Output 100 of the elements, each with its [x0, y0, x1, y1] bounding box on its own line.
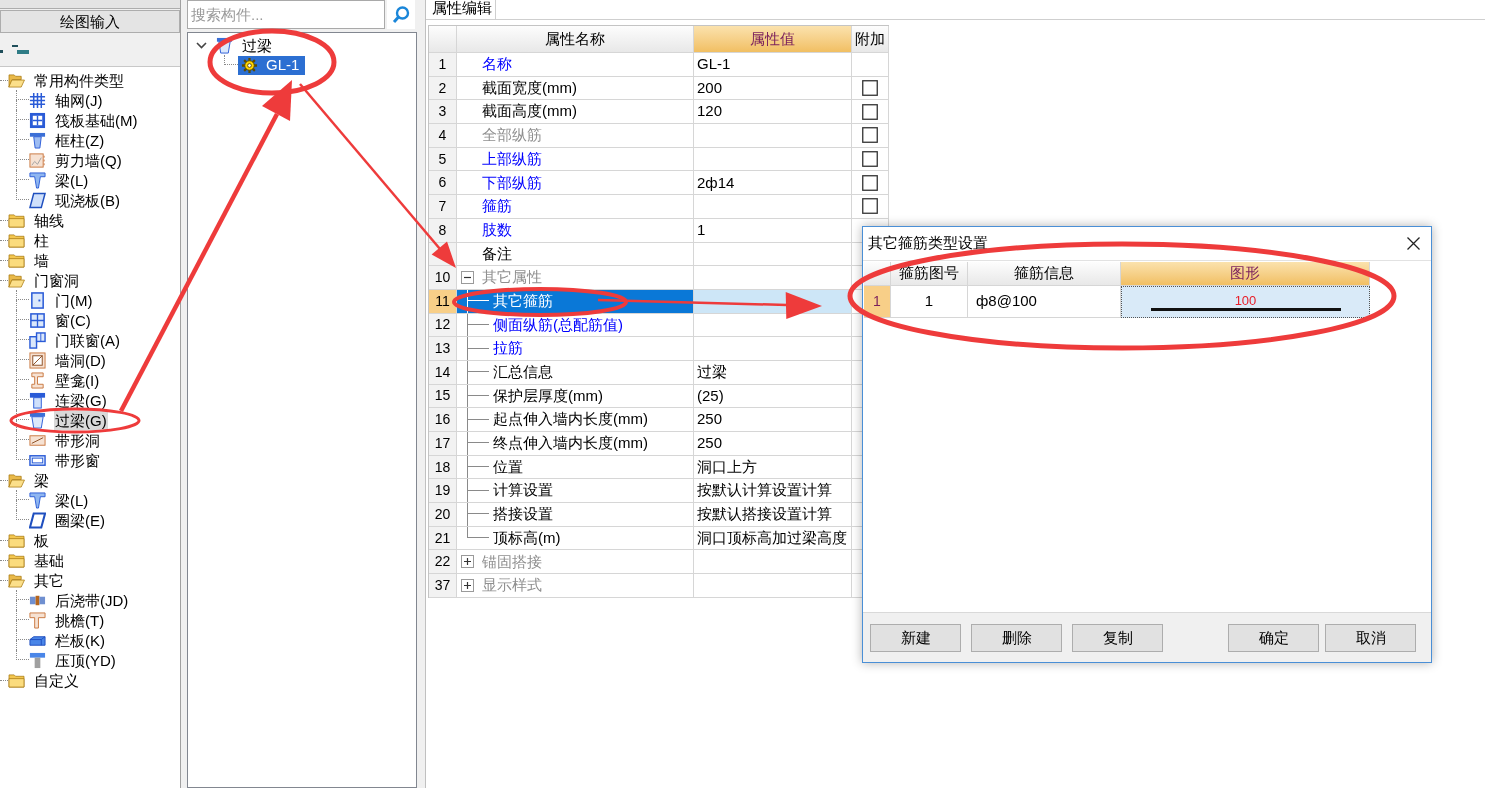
- tree-item[interactable]: 基础: [33, 550, 65, 570]
- tree-item[interactable]: 过梁: [241, 35, 273, 55]
- column-header[interactable]: 箍筋信息: [968, 262, 1121, 286]
- table-cell: 下部纵筋: [457, 171, 694, 196]
- column-header[interactable]: 附加: [852, 26, 889, 53]
- table-cell: 按默认计算设置计算: [694, 479, 852, 504]
- table-cell: 洞口上方: [694, 455, 852, 480]
- group-label: 其它属性: [482, 267, 542, 288]
- tree-item[interactable]: 墙洞(D): [54, 350, 107, 370]
- grid-icon: [29, 91, 46, 109]
- row-header: 4: [429, 124, 457, 148]
- table-cell[interactable]: 100: [1121, 286, 1370, 318]
- row-header: 6: [429, 171, 457, 196]
- table-cell: 顶标高(m): [457, 526, 694, 551]
- checkbox[interactable]: [862, 80, 878, 97]
- mode-button[interactable]: 绘图输入: [0, 10, 180, 33]
- table-cell: 名称: [457, 53, 694, 77]
- search-field[interactable]: 搜索构件...: [187, 0, 385, 29]
- tab[interactable]: 属性编辑: [429, 0, 496, 19]
- tree-item[interactable]: 后浇带(JD): [54, 590, 130, 610]
- row-header: 5: [429, 147, 457, 172]
- tree-item[interactable]: 柱: [33, 230, 50, 250]
- table-cell: 上部纵筋: [457, 147, 694, 172]
- ring-beam-icon: [29, 511, 46, 529]
- tree-item[interactable]: 门联窗(A): [54, 330, 121, 350]
- tree-item[interactable]: 筏板基础(M): [54, 110, 139, 130]
- table-cell: 起点伸入墙内长度(mm): [457, 408, 694, 432]
- tree-item[interactable]: 自定义: [33, 670, 80, 690]
- tree-item[interactable]: 板: [33, 530, 50, 550]
- toolbar-icon[interactable]: [0, 43, 30, 56]
- row-header: 1: [429, 53, 457, 77]
- tree-item[interactable]: 其它: [33, 570, 65, 590]
- tree-item[interactable]: 墙: [33, 250, 50, 270]
- tree-item[interactable]: 梁: [33, 470, 50, 490]
- beam-icon: [29, 391, 46, 409]
- tree-item[interactable]: 梁(L): [54, 490, 90, 510]
- table-cell: 1: [891, 286, 968, 318]
- tree-item[interactable]: GL-1: [238, 55, 306, 75]
- tree-item[interactable]: 带形窗: [54, 450, 101, 470]
- table-cell: 搭接设置: [457, 503, 694, 527]
- checkbox[interactable]: [862, 198, 878, 215]
- tree-item[interactable]: 带形洞: [54, 430, 101, 450]
- table-cell: 截面宽度(mm): [457, 76, 694, 101]
- checkbox[interactable]: [862, 174, 878, 191]
- column-header[interactable]: 属性名称: [457, 26, 694, 53]
- column-header[interactable]: 属性值: [694, 26, 852, 53]
- row-header: 2: [429, 76, 457, 101]
- tree-item[interactable]: 门窗洞: [33, 270, 80, 290]
- tree-item[interactable]: 现浇板(B): [54, 190, 121, 210]
- expand-icon[interactable]: [461, 555, 474, 569]
- table-cell: 120: [694, 100, 852, 125]
- dialog-button[interactable]: 删除: [971, 623, 1062, 652]
- table-cell: 过梁: [694, 360, 852, 385]
- wall-opening-icon: [29, 351, 46, 369]
- table-cell: 肢数: [457, 218, 694, 243]
- header-cell: [429, 26, 457, 53]
- chevron-down-icon[interactable]: [196, 39, 207, 51]
- row-header: 7: [429, 195, 457, 219]
- tree-item[interactable]: 轴线: [33, 210, 65, 230]
- column-header[interactable]: 箍筋图号: [891, 262, 968, 286]
- table-cell: 250: [694, 432, 852, 456]
- table-cell: 箍筋: [457, 195, 694, 219]
- tree-item[interactable]: 壁龛(I): [54, 370, 101, 390]
- group-label: 显示样式: [482, 575, 542, 596]
- checkbox[interactable]: [862, 127, 878, 144]
- row-header: 14: [429, 360, 457, 385]
- tree-item[interactable]: 常用构件类型: [33, 70, 125, 90]
- lintel-icon: [216, 36, 233, 54]
- tree-item[interactable]: 门(M): [54, 290, 94, 310]
- checkbox[interactable]: [862, 103, 878, 120]
- dialog-button[interactable]: 新建: [870, 623, 961, 652]
- tree-item[interactable]: 挑檐(T): [54, 610, 106, 630]
- row-header: 21: [429, 526, 457, 551]
- dialog-button[interactable]: 确定: [1228, 623, 1319, 652]
- table-cell: 全部纵筋: [457, 124, 694, 148]
- tree-item[interactable]: 栏板(K): [54, 630, 106, 650]
- checkbox[interactable]: [862, 151, 878, 168]
- collapse-icon[interactable]: [461, 271, 474, 285]
- dialog-button[interactable]: 复制: [1072, 623, 1163, 652]
- close-icon[interactable]: [1407, 237, 1420, 250]
- tree-item[interactable]: 压顶(YD): [54, 650, 117, 670]
- tree-item[interactable]: 框柱(Z): [54, 130, 106, 150]
- tree-item[interactable]: 圈梁(E): [54, 510, 106, 530]
- tree-item[interactable]: 轴网(J): [54, 90, 104, 110]
- column-header[interactable]: 图形: [1121, 262, 1370, 286]
- tree-item[interactable]: 窗(C): [54, 310, 92, 330]
- beam-icon: [29, 171, 46, 189]
- row-header: 15: [429, 384, 457, 409]
- expand-icon[interactable]: [461, 578, 474, 592]
- gear-icon: [241, 56, 258, 74]
- beam-icon: [29, 491, 46, 509]
- dialog-title: 其它箍筋类型设置: [868, 233, 988, 254]
- table-cell: 汇总信息: [457, 360, 694, 385]
- dialog-button[interactable]: 取消: [1325, 623, 1416, 652]
- tree-item[interactable]: 连梁(G): [54, 390, 108, 410]
- door-icon: [29, 291, 46, 309]
- tree-item[interactable]: 剪力墙(Q): [54, 150, 123, 170]
- table-cell: 250: [694, 408, 852, 432]
- tree-item[interactable]: 梁(L): [54, 170, 90, 190]
- search-button[interactable]: [387, 0, 415, 29]
